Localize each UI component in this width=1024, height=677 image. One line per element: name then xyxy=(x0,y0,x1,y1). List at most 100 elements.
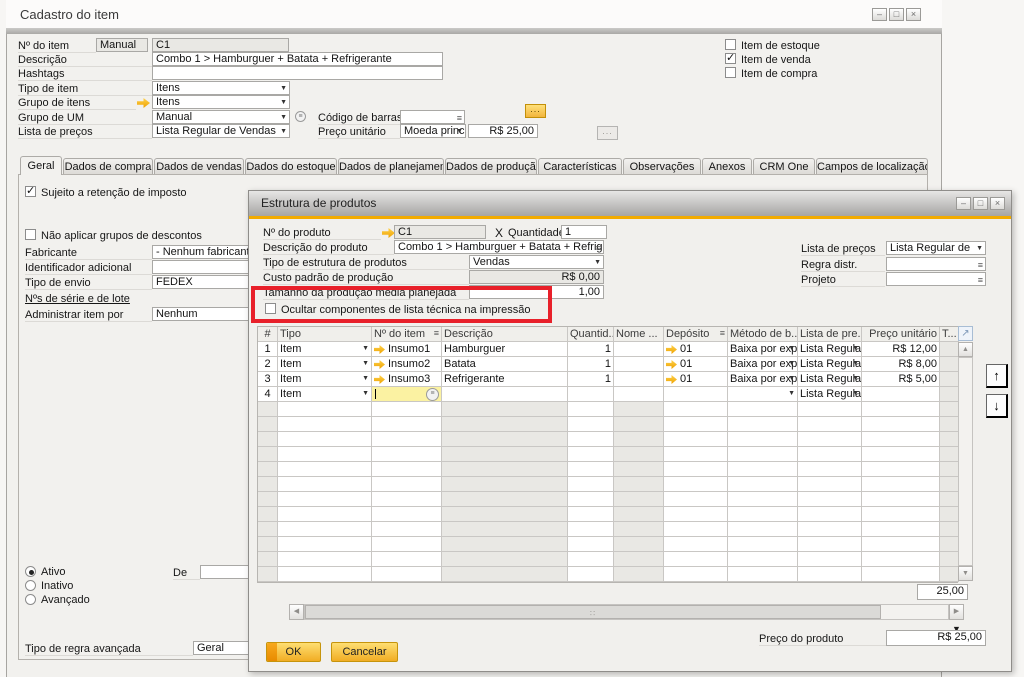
cell-preco[interactable] xyxy=(862,522,940,537)
vertical-scrollbar[interactable] xyxy=(958,357,973,566)
cell-qtd[interactable] xyxy=(568,567,614,582)
cell-lista[interactable] xyxy=(798,432,862,447)
cell-metodo[interactable] xyxy=(728,567,798,582)
cell-t[interactable] xyxy=(940,537,959,552)
tab-crm-one[interactable]: CRM One xyxy=(753,158,815,174)
cell-preco[interactable] xyxy=(862,507,940,522)
tab-dados-de-produ-o[interactable]: Dados de produção xyxy=(445,158,537,174)
cell-preco[interactable] xyxy=(862,402,940,417)
cell-metodo[interactable] xyxy=(728,507,798,522)
tab-campos-de-localiza-o[interactable]: Campos de localização xyxy=(816,158,928,174)
cell-item[interactable] xyxy=(372,477,442,492)
cell-num[interactable]: 1 xyxy=(258,342,278,357)
tipo-item-select[interactable]: Itens▼ xyxy=(152,81,290,95)
cell-qtd[interactable] xyxy=(568,477,614,492)
cell-item[interactable] xyxy=(372,522,442,537)
cell-lista[interactable] xyxy=(798,537,862,552)
preco-unitario-field[interactable]: R$ 25,00 xyxy=(468,124,538,138)
cell-metodo[interactable] xyxy=(728,402,798,417)
tab-caracter-sticas[interactable]: Características xyxy=(538,158,622,174)
cell-t[interactable] xyxy=(940,462,959,477)
cell-nome[interactable] xyxy=(614,357,664,372)
cell-dep[interactable] xyxy=(664,477,728,492)
cell-metodo[interactable] xyxy=(728,432,798,447)
cell-preco[interactable] xyxy=(862,477,940,492)
ok-button[interactable]: OK xyxy=(266,642,321,662)
cell-num[interactable] xyxy=(258,477,278,492)
cell-preco[interactable] xyxy=(862,447,940,462)
cell-tipo[interactable] xyxy=(278,507,372,522)
tab-geral[interactable]: Geral xyxy=(20,156,62,175)
cell-num[interactable] xyxy=(258,447,278,462)
cell-nome[interactable] xyxy=(614,462,664,477)
cell-item[interactable] xyxy=(372,507,442,522)
ocultar-componentes-checkbox[interactable] xyxy=(265,303,276,314)
item-no-mode-field[interactable]: Manual xyxy=(96,38,148,52)
cell-tipo[interactable]: Item▼ xyxy=(278,342,372,357)
cell-desc[interactable] xyxy=(442,447,568,462)
choose-from-list-icon[interactable]: ≡ xyxy=(295,111,306,122)
cell-preco[interactable] xyxy=(862,387,940,402)
cell-num[interactable] xyxy=(258,492,278,507)
cell-num[interactable] xyxy=(258,462,278,477)
cell-dep[interactable]: 01 xyxy=(664,357,728,372)
cell-dep[interactable]: 01 xyxy=(664,372,728,387)
cell-lista[interactable] xyxy=(798,552,862,567)
tamanho-field[interactable]: 1,00 xyxy=(469,285,604,299)
cell-num[interactable] xyxy=(258,507,278,522)
scroll-up-icon[interactable]: ▲ xyxy=(958,342,973,357)
tipo-estrutura-select[interactable]: Vendas▼ xyxy=(469,255,604,269)
close-icon[interactable]: × xyxy=(906,8,921,21)
cell-nome[interactable] xyxy=(614,492,664,507)
cell-tipo[interactable] xyxy=(278,537,372,552)
cell-num[interactable]: 2 xyxy=(258,357,278,372)
cell-preco[interactable]: R$ 12,00 xyxy=(862,342,940,357)
cell-qtd[interactable] xyxy=(568,522,614,537)
hashtags-field[interactable] xyxy=(152,66,443,80)
cell-t[interactable] xyxy=(940,417,959,432)
cell-t[interactable] xyxy=(940,357,959,372)
cell-preco[interactable] xyxy=(862,432,940,447)
cell-desc[interactable] xyxy=(442,522,568,537)
cell-dep[interactable] xyxy=(664,507,728,522)
cell-tipo[interactable] xyxy=(278,492,372,507)
cell-qtd[interactable] xyxy=(568,462,614,477)
dialog-maximize-icon[interactable]: □ xyxy=(973,197,988,210)
cell-preco[interactable] xyxy=(862,417,940,432)
cell-lista[interactable] xyxy=(798,462,862,477)
cell-lista[interactable]: Lista Regular▼ xyxy=(798,372,862,387)
scrollbar-thumb[interactable]: ∷ xyxy=(305,605,881,619)
cell-preco[interactable]: R$ 5,00 xyxy=(862,372,940,387)
scroll-down-icon[interactable]: ▼ xyxy=(958,566,973,581)
descricao-produto-field[interactable]: Combo 1 > Hamburguer + Batata + Refriger… xyxy=(394,240,604,254)
cell-metodo[interactable] xyxy=(728,477,798,492)
cell-qtd[interactable] xyxy=(568,447,614,462)
cell-item[interactable] xyxy=(372,492,442,507)
cell-qtd[interactable] xyxy=(568,507,614,522)
cell-num[interactable] xyxy=(258,567,278,582)
cell-desc[interactable]: Batata xyxy=(442,357,568,372)
cell-t[interactable] xyxy=(940,492,959,507)
cell-num[interactable] xyxy=(258,537,278,552)
cell-nome[interactable] xyxy=(614,432,664,447)
grupo-itens-select[interactable]: Itens▼ xyxy=(152,95,290,109)
cell-qtd[interactable]: 1 xyxy=(568,357,614,372)
cell-nome[interactable] xyxy=(614,417,664,432)
link-arrow-icon[interactable] xyxy=(666,375,677,384)
scroll-left-icon[interactable]: ◀ xyxy=(289,604,304,620)
cell-preco[interactable] xyxy=(862,552,940,567)
cell-t[interactable] xyxy=(940,552,959,567)
cell-t[interactable] xyxy=(940,342,959,357)
cell-t[interactable] xyxy=(940,432,959,447)
cell-lista[interactable] xyxy=(798,417,862,432)
cancel-button[interactable]: Cancelar xyxy=(331,642,398,662)
cell-nome[interactable] xyxy=(614,552,664,567)
cell-num[interactable] xyxy=(258,402,278,417)
cell-lista[interactable] xyxy=(798,492,862,507)
item-de-venda-checkbox[interactable]: ✓ xyxy=(725,53,736,64)
cell-dep[interactable] xyxy=(664,537,728,552)
cell-t[interactable] xyxy=(940,567,959,582)
cell-dep[interactable] xyxy=(664,522,728,537)
list-icon[interactable]: ≡ xyxy=(434,328,439,338)
cell-item[interactable]: Insumo3 xyxy=(372,372,442,387)
